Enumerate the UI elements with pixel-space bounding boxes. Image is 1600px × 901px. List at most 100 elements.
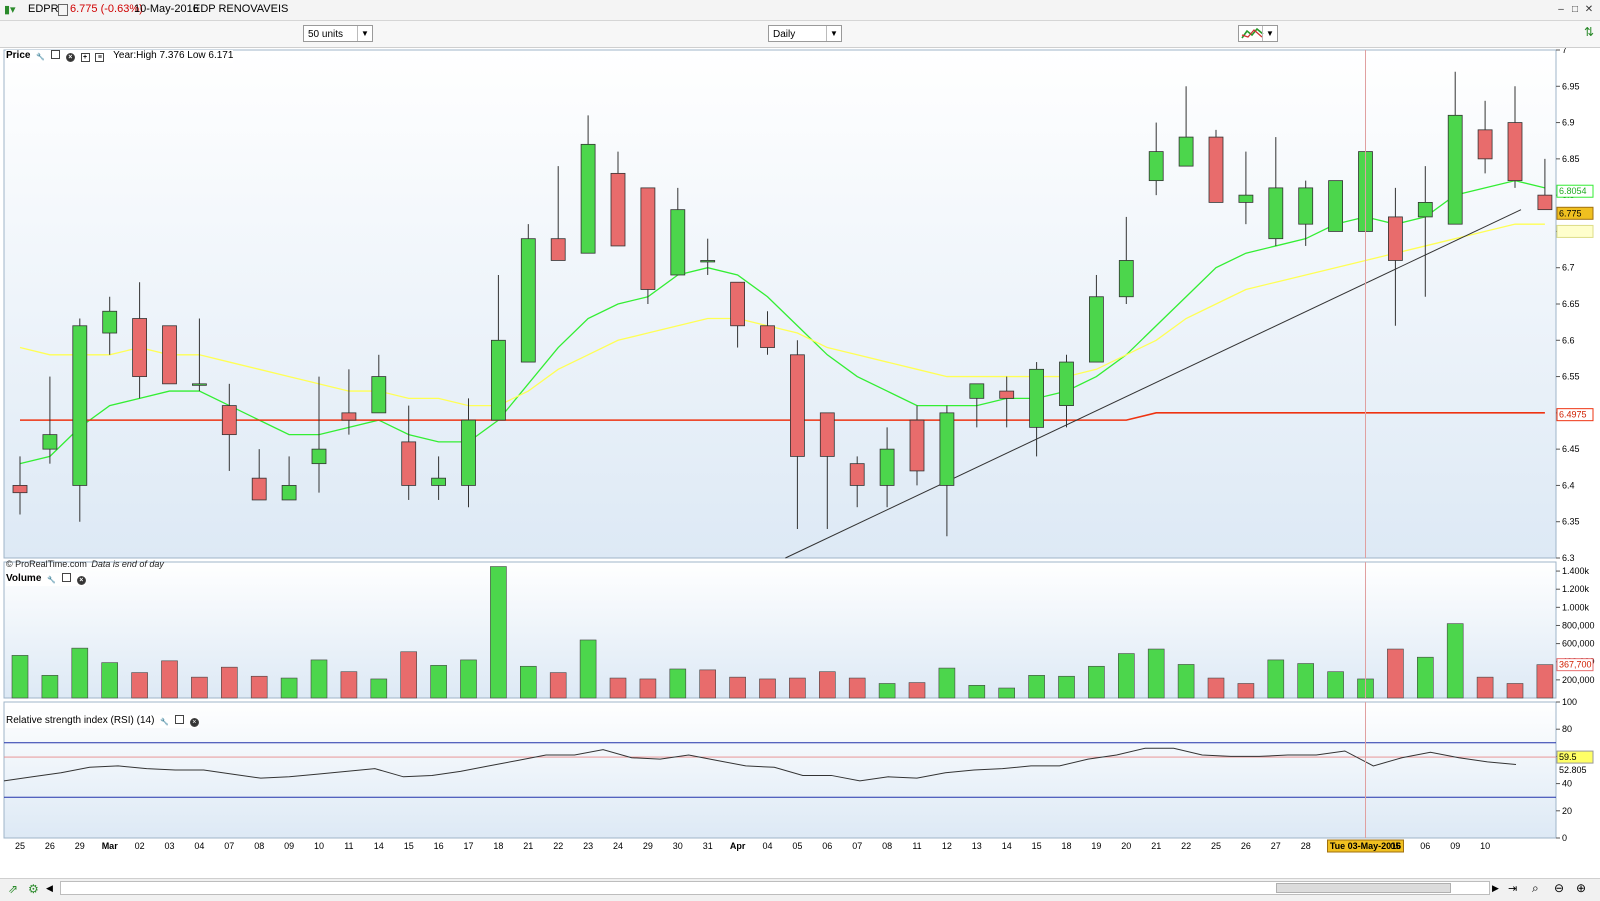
candle-body	[490, 339, 506, 421]
tools-icon[interactable]: ⚙	[28, 882, 39, 896]
volume-bar	[519, 665, 537, 699]
price-panel-label[interactable]: Price	[6, 50, 30, 61]
rsi-panel-label[interactable]: Relative strength index (RSI) (14)	[6, 715, 154, 726]
candle-body	[1029, 368, 1044, 428]
wrench-icon[interactable]: 🔧	[36, 54, 45, 63]
wrench-icon[interactable]: 🔧	[47, 577, 56, 586]
volume-bar	[549, 672, 567, 699]
scroll-end-icon[interactable]: ⇥	[1508, 882, 1517, 895]
candle-body	[401, 441, 417, 486]
scroll-right-icon[interactable]: ▶	[1492, 883, 1499, 894]
rsi-panel-header: Relative strength index (RSI) (14) 🔧 ×	[6, 715, 199, 728]
close-icon[interactable]: ×	[65, 53, 75, 62]
candle-body	[341, 412, 357, 421]
candle-body	[431, 477, 447, 486]
x-tick-label: 13	[972, 841, 982, 851]
volume-bar	[1417, 656, 1434, 699]
candle-body	[371, 376, 387, 414]
chart-area[interactable]: 6.36.356.46.456.56.556.66.656.76.756.86.…	[0, 48, 1600, 900]
x-tick-label: 26	[1241, 841, 1251, 851]
volume-bar	[878, 683, 896, 699]
indicator-button[interactable]: ▼	[1238, 25, 1278, 42]
volume-bar	[1058, 675, 1075, 699]
volume-bar	[1297, 663, 1314, 699]
window-icon[interactable]	[61, 573, 71, 582]
maximize-icon[interactable]: □	[1568, 3, 1582, 16]
period-dropdown[interactable]: Daily ▼	[768, 25, 842, 42]
price-panel-header: Price 🔧 × + ≡ Year:High 7.376 Low 6.171	[6, 50, 234, 63]
volume-bar	[310, 659, 328, 699]
zoom-icon[interactable]: +	[80, 53, 90, 62]
price-change: 6.775 (-0.63%)	[70, 3, 143, 15]
candle-body	[640, 187, 656, 290]
footer-note: Data is end of day	[91, 559, 164, 569]
candle-body	[790, 354, 805, 457]
zoom-in-icon[interactable]: ⊕	[1576, 881, 1586, 895]
rsi-last-badge: 52.805	[1559, 765, 1587, 775]
x-tick-label: 31	[703, 841, 713, 851]
close-icon[interactable]: ✕	[1582, 3, 1596, 16]
horizontal-scrollbar[interactable]	[60, 881, 1490, 895]
x-tick-label: 11	[344, 841, 353, 851]
candle-body	[1268, 187, 1284, 240]
volume-bar	[818, 671, 836, 699]
x-tick-label: 21	[1151, 841, 1161, 851]
candle-body	[969, 383, 985, 399]
zoom-fit-icon[interactable]: ⌕	[1532, 881, 1539, 896]
candle-body	[221, 405, 237, 436]
candle-body	[700, 260, 716, 263]
volume-panel-label[interactable]: Volume	[6, 573, 41, 584]
data-footer: © ProRealTime.com Data is end of day	[6, 559, 164, 569]
x-tick-label: 12	[942, 841, 952, 851]
window-icon[interactable]	[51, 50, 61, 59]
volume-bar	[1118, 653, 1135, 699]
candle-body	[162, 325, 177, 385]
chart-type-icon[interactable]: ⇗	[8, 882, 18, 896]
candle-body	[1328, 180, 1343, 232]
volume-tick-label: 200,000	[1562, 675, 1595, 685]
minimize-icon[interactable]: –	[1554, 3, 1568, 16]
x-tick-label: 27	[1271, 841, 1281, 851]
instrument-name: EDP RENOVAVEIS	[193, 3, 289, 15]
candle-body	[1298, 187, 1314, 225]
x-tick-label: 24	[613, 841, 623, 851]
x-tick-label: 29	[643, 841, 653, 851]
units-dropdown[interactable]: 50 units ▼	[303, 25, 373, 42]
x-tick-label: 15	[1032, 841, 1042, 851]
candle-body	[1417, 201, 1433, 218]
candle-body	[670, 209, 686, 276]
volume-bar	[1237, 683, 1255, 699]
x-tick-label: Mar	[102, 841, 119, 851]
scrollbar-thumb[interactable]	[1276, 883, 1451, 893]
volume-bar	[340, 671, 358, 699]
candle-body	[909, 419, 925, 472]
info-icon[interactable]	[58, 4, 68, 16]
volume-bar	[1506, 683, 1524, 699]
settings-icon[interactable]: ≡	[95, 53, 105, 62]
volume-bar	[938, 667, 956, 699]
candle-body	[999, 390, 1015, 399]
close-icon[interactable]: ×	[189, 718, 199, 727]
candle-body	[281, 485, 297, 501]
x-axis: 25 26 29 Mar 02 03 04 07 08 09 10 11 14 15 16 17 18 21 22 2…	[15, 839, 1490, 853]
price-tick-label: 6.65	[1562, 299, 1580, 309]
candle-body	[879, 448, 895, 486]
volume-tick-label: 1.000k	[1562, 602, 1590, 612]
zoom-out-icon[interactable]: ⊖	[1554, 881, 1564, 895]
scale-icon[interactable]: ⇅	[1584, 25, 1594, 39]
candle-body	[1208, 136, 1224, 203]
x-tick-label: 11	[912, 841, 921, 851]
volume-bar	[1207, 677, 1225, 699]
volume-last-badge: 367,700	[1559, 660, 1592, 670]
ema-mid-badge-box	[1556, 224, 1594, 238]
candle-body	[550, 238, 566, 261]
volume-bar	[280, 677, 298, 699]
window-icon[interactable]	[174, 715, 184, 724]
close-icon[interactable]: ×	[76, 576, 86, 585]
wrench-icon[interactable]: 🔧	[160, 719, 169, 728]
volume-bar	[1536, 664, 1554, 699]
volume-bar	[579, 639, 597, 699]
symbol-label[interactable]: EDPR	[28, 3, 59, 15]
scroll-left-icon[interactable]: ◀	[46, 883, 53, 894]
x-tick-label: 02	[135, 841, 145, 851]
